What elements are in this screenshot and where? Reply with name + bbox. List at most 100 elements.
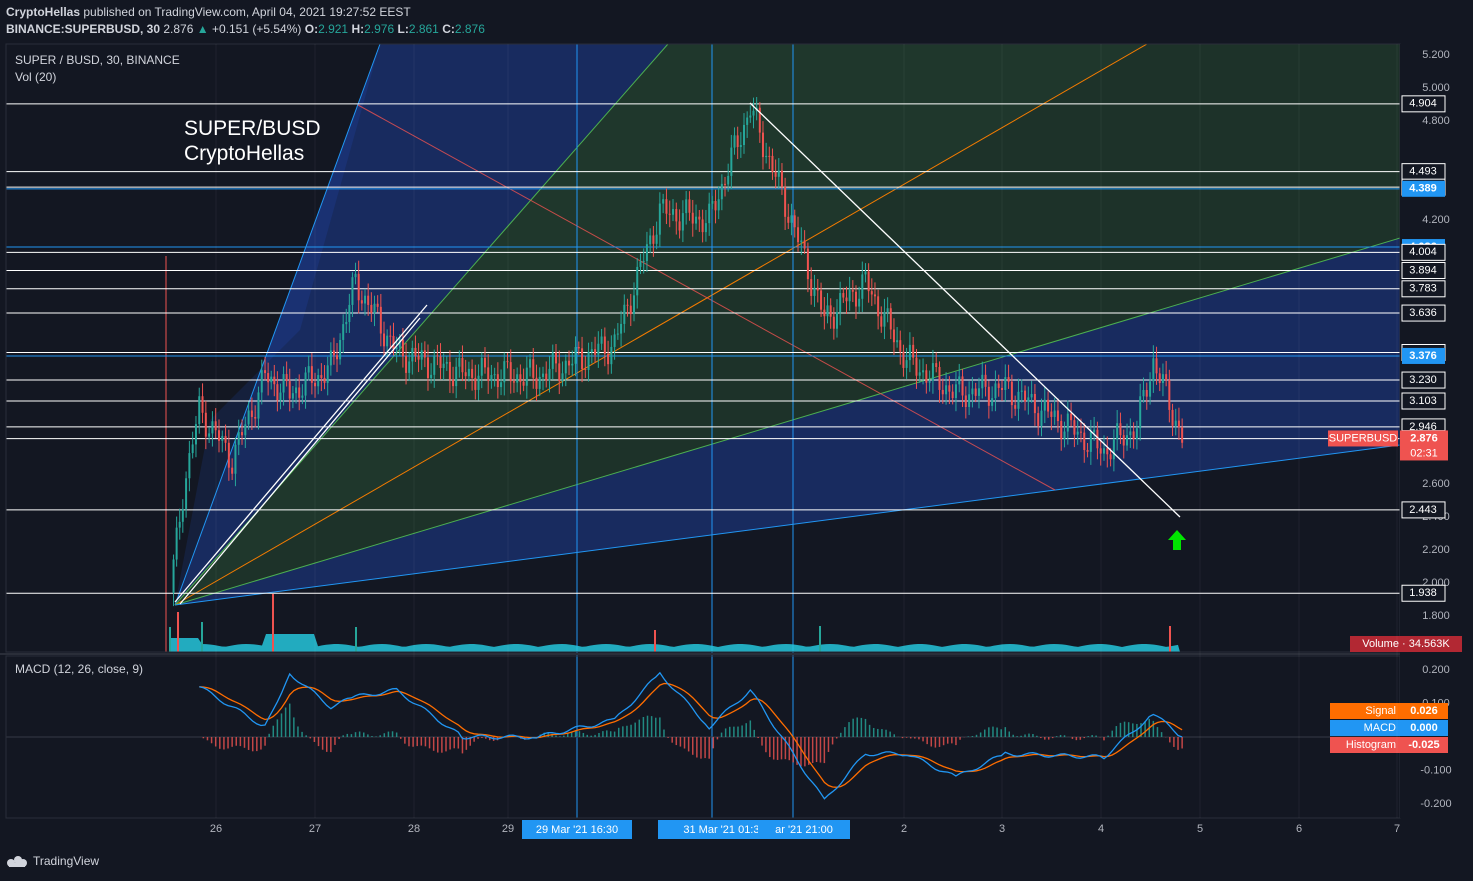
candle-body [354,273,357,278]
volume-histogram [169,594,1180,652]
candle-body [864,271,867,275]
candle-body [938,366,941,390]
candle-body [420,350,423,360]
candle-body [267,373,270,383]
time-marker-label: 31 Mar '21 01:30 [683,824,765,836]
candle-body [1168,380,1171,410]
candle-body [771,155,774,172]
candle-body [548,368,551,381]
x-tick-label: 5 [1197,823,1203,835]
candle-body [652,235,655,244]
candle-body [414,347,417,356]
candle-body [360,300,363,304]
x-tick-label: 26 [210,823,222,835]
candle-body [395,347,398,350]
chart-watermark: SUPER/BUSD CryptoHellas [184,116,321,166]
price-level-tag-label: 3.103 [1409,395,1437,407]
candle-body [797,227,800,243]
candle-body [477,375,480,390]
gann-fan-drawing[interactable] [174,43,1401,606]
price-level-tag-label: 3.636 [1409,307,1437,319]
candle-body [958,376,961,385]
candle-body [392,335,395,350]
candle-body [839,293,842,313]
candle-body [442,363,445,369]
candle-body [241,432,244,436]
candle-body [777,170,780,177]
candle-body [984,374,987,387]
candle [188,440,191,492]
candle-body [954,384,957,399]
candle-body [522,381,525,386]
candle-body [529,359,532,368]
candle-body [1152,358,1155,382]
candle-body [1076,431,1079,435]
candle-body [899,340,902,352]
candle-body [373,303,376,314]
candle-body [1004,377,1007,391]
candle-body [851,290,854,292]
candle-body [370,304,373,314]
candle-body [564,360,567,374]
candle-body [826,305,829,317]
candle-body [273,376,276,385]
candle-body [535,377,538,389]
price-level-tag-label: 4.389 [1409,183,1437,195]
candle-body [623,304,626,324]
candle-body [423,350,426,358]
candle-body [516,374,519,383]
candle-body [842,293,845,298]
candle-body [761,132,764,158]
candle-body [768,155,771,157]
candle-body [1043,399,1046,411]
footer: TradingView [0,848,1473,881]
candle-body [439,356,442,369]
candle-body [1017,391,1020,409]
price-level-tag-label: 4.493 [1409,166,1437,178]
candle-body [525,367,528,386]
candle-body [793,215,796,228]
candle-body [304,372,307,396]
candle-body [787,216,790,223]
symbol-tag-label: SUPERBUSD [1329,432,1398,444]
candle [191,431,194,459]
candle-body [298,387,301,398]
candle-body [931,363,934,381]
candle-body [883,312,886,327]
candle-body [188,453,191,479]
candle-body [401,339,404,357]
candle-body [681,213,684,231]
y-tick-label: 1.800 [1422,610,1450,622]
candle-body [752,110,755,116]
candle-body [587,351,590,370]
candle-body [467,368,470,377]
candle-body [1174,420,1177,426]
candle-body [317,375,320,387]
candle-body [655,234,658,244]
candle-body [288,381,291,399]
candle-body [1020,390,1023,392]
candle-body [886,308,889,313]
price-level-tag-label: 4.904 [1409,98,1437,110]
candle [172,554,175,607]
candle-body [1089,432,1092,452]
candle-body [295,387,298,394]
candle-body [867,271,870,292]
candle-body [974,388,977,396]
candle-body [458,358,461,367]
tradingview-logo[interactable]: TradingView [6,854,99,868]
candle-body [607,353,610,365]
candle-body [642,260,645,262]
candle-body [519,374,522,382]
volume-area [170,634,1180,652]
candle-body [633,295,635,315]
candle-body [445,361,448,364]
pane-title: SUPER / BUSD, 30, BINANCE [15,53,180,67]
candle-body [620,323,623,334]
candle-body [649,235,652,245]
candle-body [574,347,577,364]
candle-body [1066,413,1069,432]
candle-body [191,444,194,454]
candle-body [870,291,873,295]
candle-body [1024,390,1027,402]
